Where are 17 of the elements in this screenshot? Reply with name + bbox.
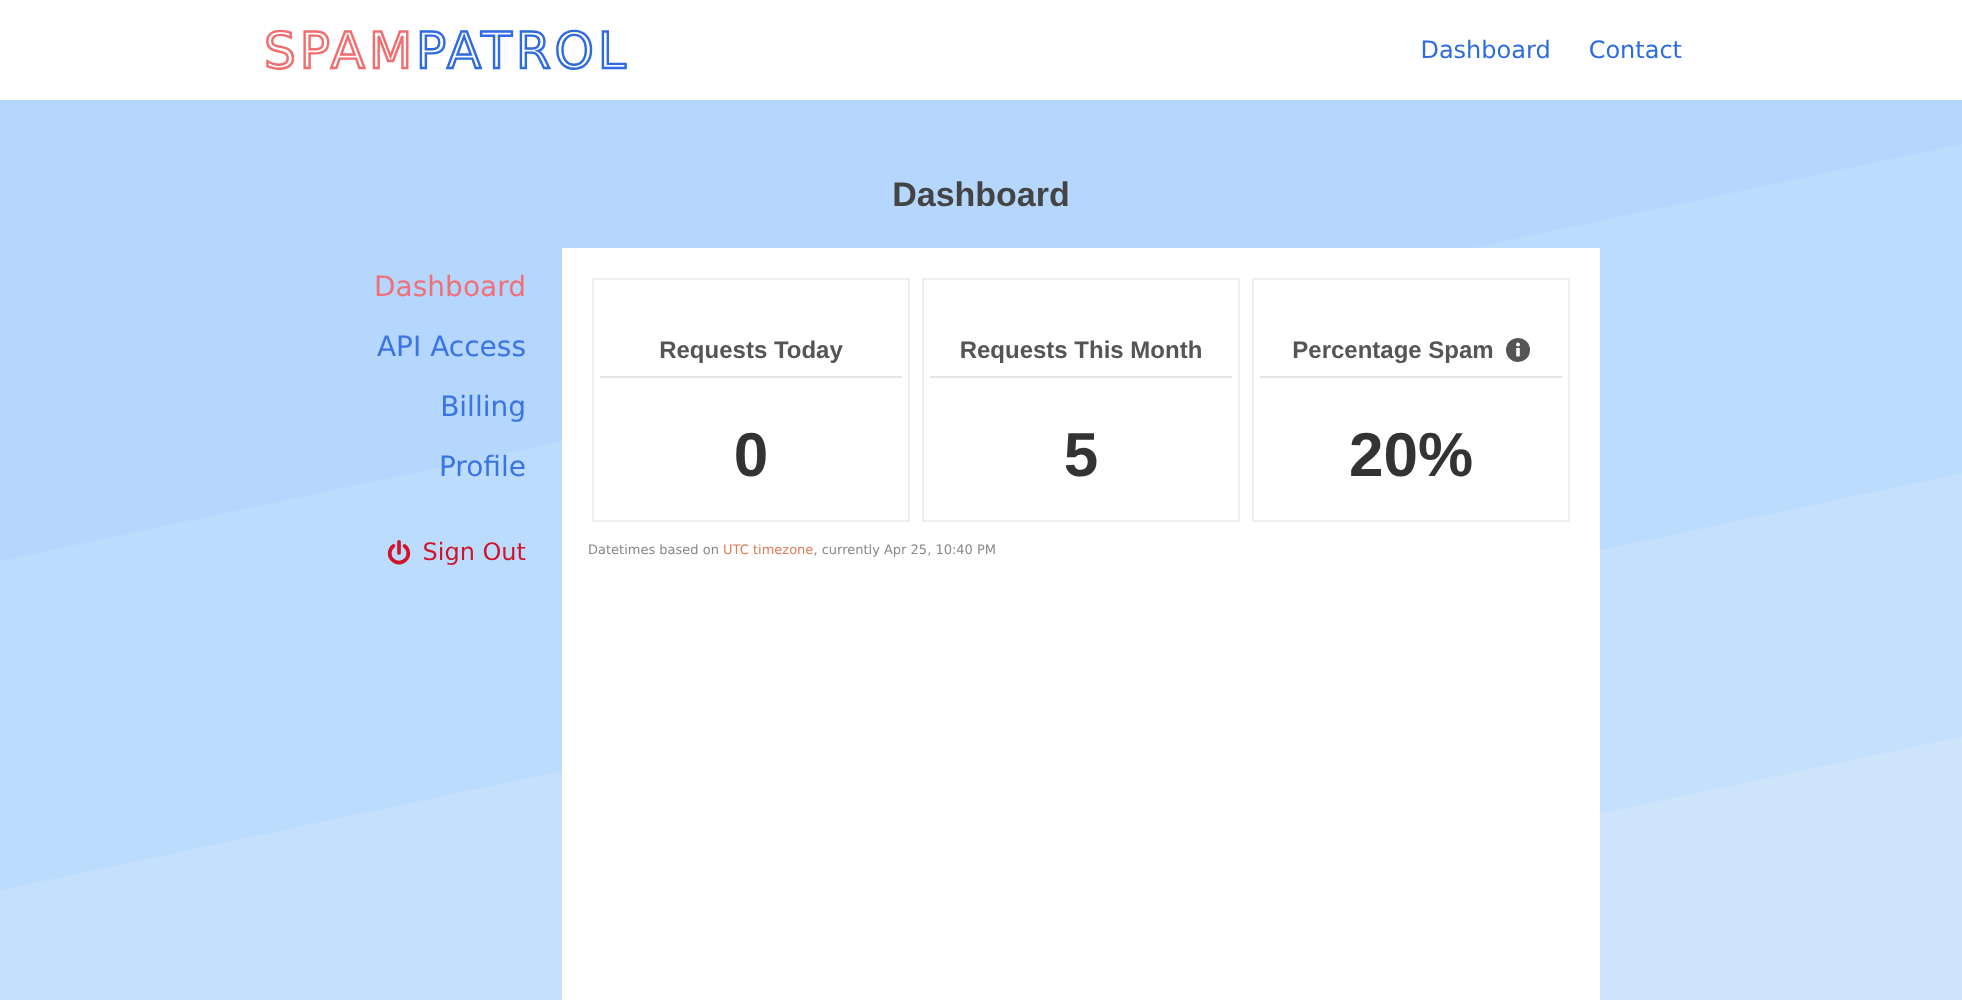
info-icon[interactable] (1505, 338, 1530, 362)
nav-link[interactable]: Dashboard (1420, 36, 1551, 64)
sidebar-item[interactable]: Profile (438, 438, 526, 498)
stat-title: Requests Today (659, 336, 843, 364)
sign-out-link[interactable]: Sign Out (386, 538, 526, 566)
sidebar-item[interactable]: Billing (440, 378, 526, 438)
stat-title: Percentage Spam (1292, 336, 1494, 364)
power-icon (386, 539, 413, 565)
sidebar-item[interactable]: API Access (376, 318, 526, 378)
stat-value: 5 (1061, 420, 1101, 492)
stat-title: Requests This Month (959, 336, 1203, 364)
sidebar-item[interactable]: Dashboard (374, 258, 526, 318)
stat-value: 0 (731, 420, 771, 492)
logo[interactable]: SPAMPATROL (264, 21, 630, 79)
page-title: Dashboard (892, 176, 1070, 216)
stat-value: 20% (1346, 420, 1476, 492)
nav-link[interactable]: Contact (1588, 36, 1682, 64)
